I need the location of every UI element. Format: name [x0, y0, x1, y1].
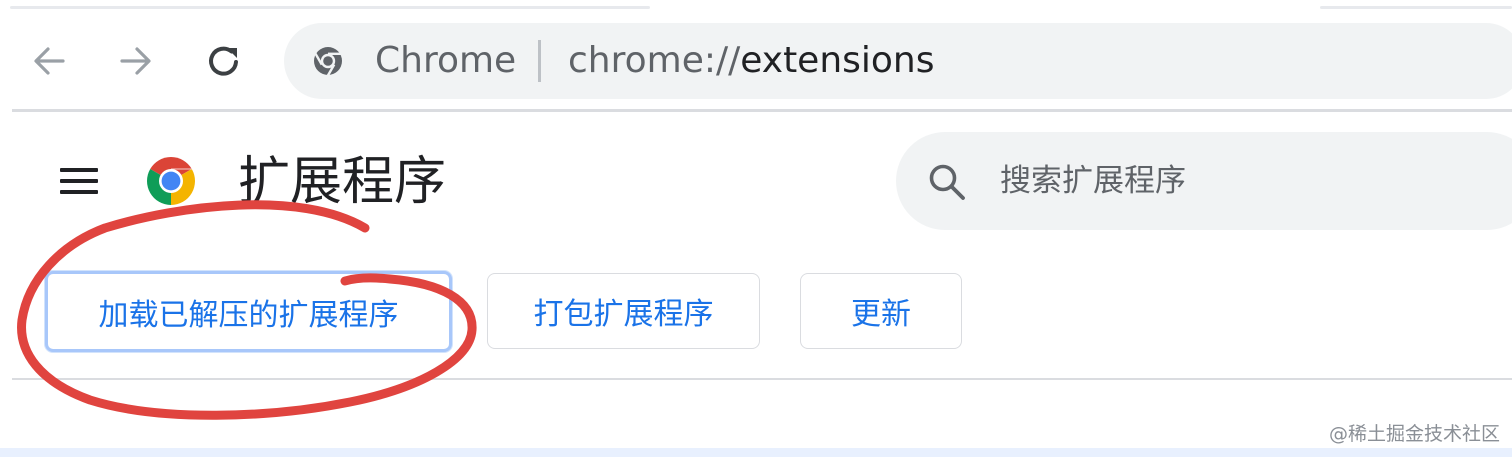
reload-button[interactable] — [199, 36, 249, 86]
forward-button[interactable] — [111, 36, 161, 86]
page-title: 扩展程序 — [238, 152, 447, 212]
site-chip-label: Chrome — [375, 40, 517, 81]
arrow-left-icon — [34, 47, 65, 75]
omnibox-separator — [538, 40, 541, 82]
tabstrip-edge — [10, 6, 650, 9]
content-top-edge — [0, 448, 1512, 457]
url-scheme: chrome:// — [568, 40, 741, 81]
back-button[interactable] — [24, 36, 74, 86]
toolbar-divider — [12, 109, 1512, 112]
main-menu-button[interactable] — [56, 160, 102, 200]
hamburger-menu-icon — [60, 179, 98, 183]
url-host: extensions — [740, 40, 935, 81]
watermark: @稀土掘金技术社区 — [1328, 423, 1500, 445]
omnibox[interactable]: Chrome chrome://extensions — [284, 23, 1512, 99]
url-text[interactable]: chrome://extensions — [568, 40, 935, 82]
search-input[interactable] — [1000, 158, 1480, 204]
hamburger-menu-icon — [60, 190, 98, 194]
chrome-logo-icon — [147, 157, 195, 205]
pack-extension-button[interactable]: 打包扩展程序 — [487, 273, 760, 349]
tabstrip-edge — [1320, 6, 1512, 9]
arrow-right-icon — [120, 47, 151, 75]
reload-icon — [209, 46, 238, 76]
search-box[interactable] — [896, 132, 1512, 230]
hamburger-menu-icon — [60, 168, 98, 172]
update-button[interactable]: 更新 — [800, 273, 962, 349]
toolbar-bottom-divider — [12, 378, 1512, 380]
chrome-icon — [313, 47, 342, 77]
search-icon — [929, 164, 965, 200]
load-unpacked-button[interactable]: 加载已解压的扩展程序 — [45, 271, 452, 352]
